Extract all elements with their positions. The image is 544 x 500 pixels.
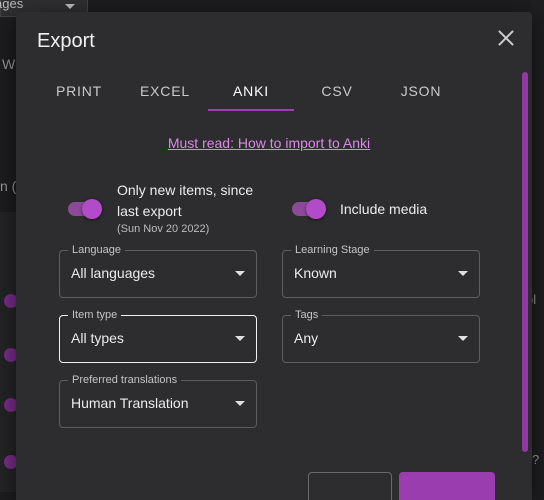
chevron-down-icon bbox=[458, 336, 468, 341]
chevron-down-icon bbox=[235, 401, 245, 406]
include-media-toggle[interactable] bbox=[292, 199, 326, 219]
tab-json[interactable]: JSON bbox=[383, 76, 459, 112]
tab-anki[interactable]: ANKI bbox=[213, 76, 289, 112]
field-label: Language bbox=[68, 243, 125, 257]
tab-excel[interactable]: EXCEL bbox=[127, 76, 203, 112]
field-label: Preferred translations bbox=[68, 373, 182, 387]
language-select[interactable]: Language All languages bbox=[59, 243, 257, 298]
chevron-down-icon bbox=[458, 271, 468, 276]
chevron-down-icon bbox=[235, 271, 245, 276]
field-value: Human Translation bbox=[71, 395, 189, 411]
field-value: Any bbox=[294, 330, 319, 346]
tags-select[interactable]: Tags Any bbox=[282, 308, 480, 363]
preferred-translations-select[interactable]: Preferred translations Human Translation bbox=[59, 373, 257, 428]
toggle-knob bbox=[82, 199, 102, 219]
toggle-knob bbox=[306, 199, 326, 219]
tab-print[interactable]: PRINT bbox=[43, 76, 115, 112]
background-right-edge: ol ? bbox=[526, 0, 544, 500]
field-label: Item type bbox=[68, 308, 122, 322]
cancel-button[interactable] bbox=[308, 472, 392, 500]
field-value: Known bbox=[294, 265, 337, 281]
background-text: n ( bbox=[0, 178, 17, 194]
learning-stage-select[interactable]: Learning Stage Known bbox=[282, 243, 480, 298]
item-type-select[interactable]: Item type All types bbox=[59, 308, 257, 363]
active-tab-indicator bbox=[208, 109, 294, 111]
anki-import-help-link[interactable]: Must read: How to import to Anki bbox=[16, 135, 522, 151]
dialog-title: Export bbox=[37, 30, 95, 52]
field-value: All types bbox=[71, 330, 124, 346]
background-select-text: ages bbox=[0, 0, 24, 11]
only-new-items-label-line2: last export bbox=[117, 203, 182, 219]
export-button[interactable] bbox=[399, 472, 495, 500]
chevron-down-icon bbox=[65, 4, 75, 9]
include-media-label: Include media bbox=[340, 201, 428, 217]
tab-csv[interactable]: CSV bbox=[299, 76, 375, 112]
dialog-scrollbar[interactable] bbox=[522, 72, 528, 452]
field-label: Learning Stage bbox=[291, 243, 374, 257]
field-value: All languages bbox=[71, 265, 156, 281]
background-text: ? bbox=[532, 452, 540, 467]
export-dialog: Export PRINT EXCEL ANKI CSV JSON Must re… bbox=[16, 12, 532, 500]
field-label: Tags bbox=[291, 308, 323, 322]
only-new-items-label-line1: Only new items, since bbox=[117, 182, 254, 198]
close-icon[interactable] bbox=[494, 26, 518, 50]
chevron-down-icon bbox=[235, 336, 245, 341]
last-export-date: (Sun Nov 20 2022) bbox=[117, 223, 210, 235]
only-new-items-toggle[interactable] bbox=[68, 199, 102, 219]
export-format-tabs: PRINT EXCEL ANKI CSV JSON bbox=[43, 76, 503, 112]
